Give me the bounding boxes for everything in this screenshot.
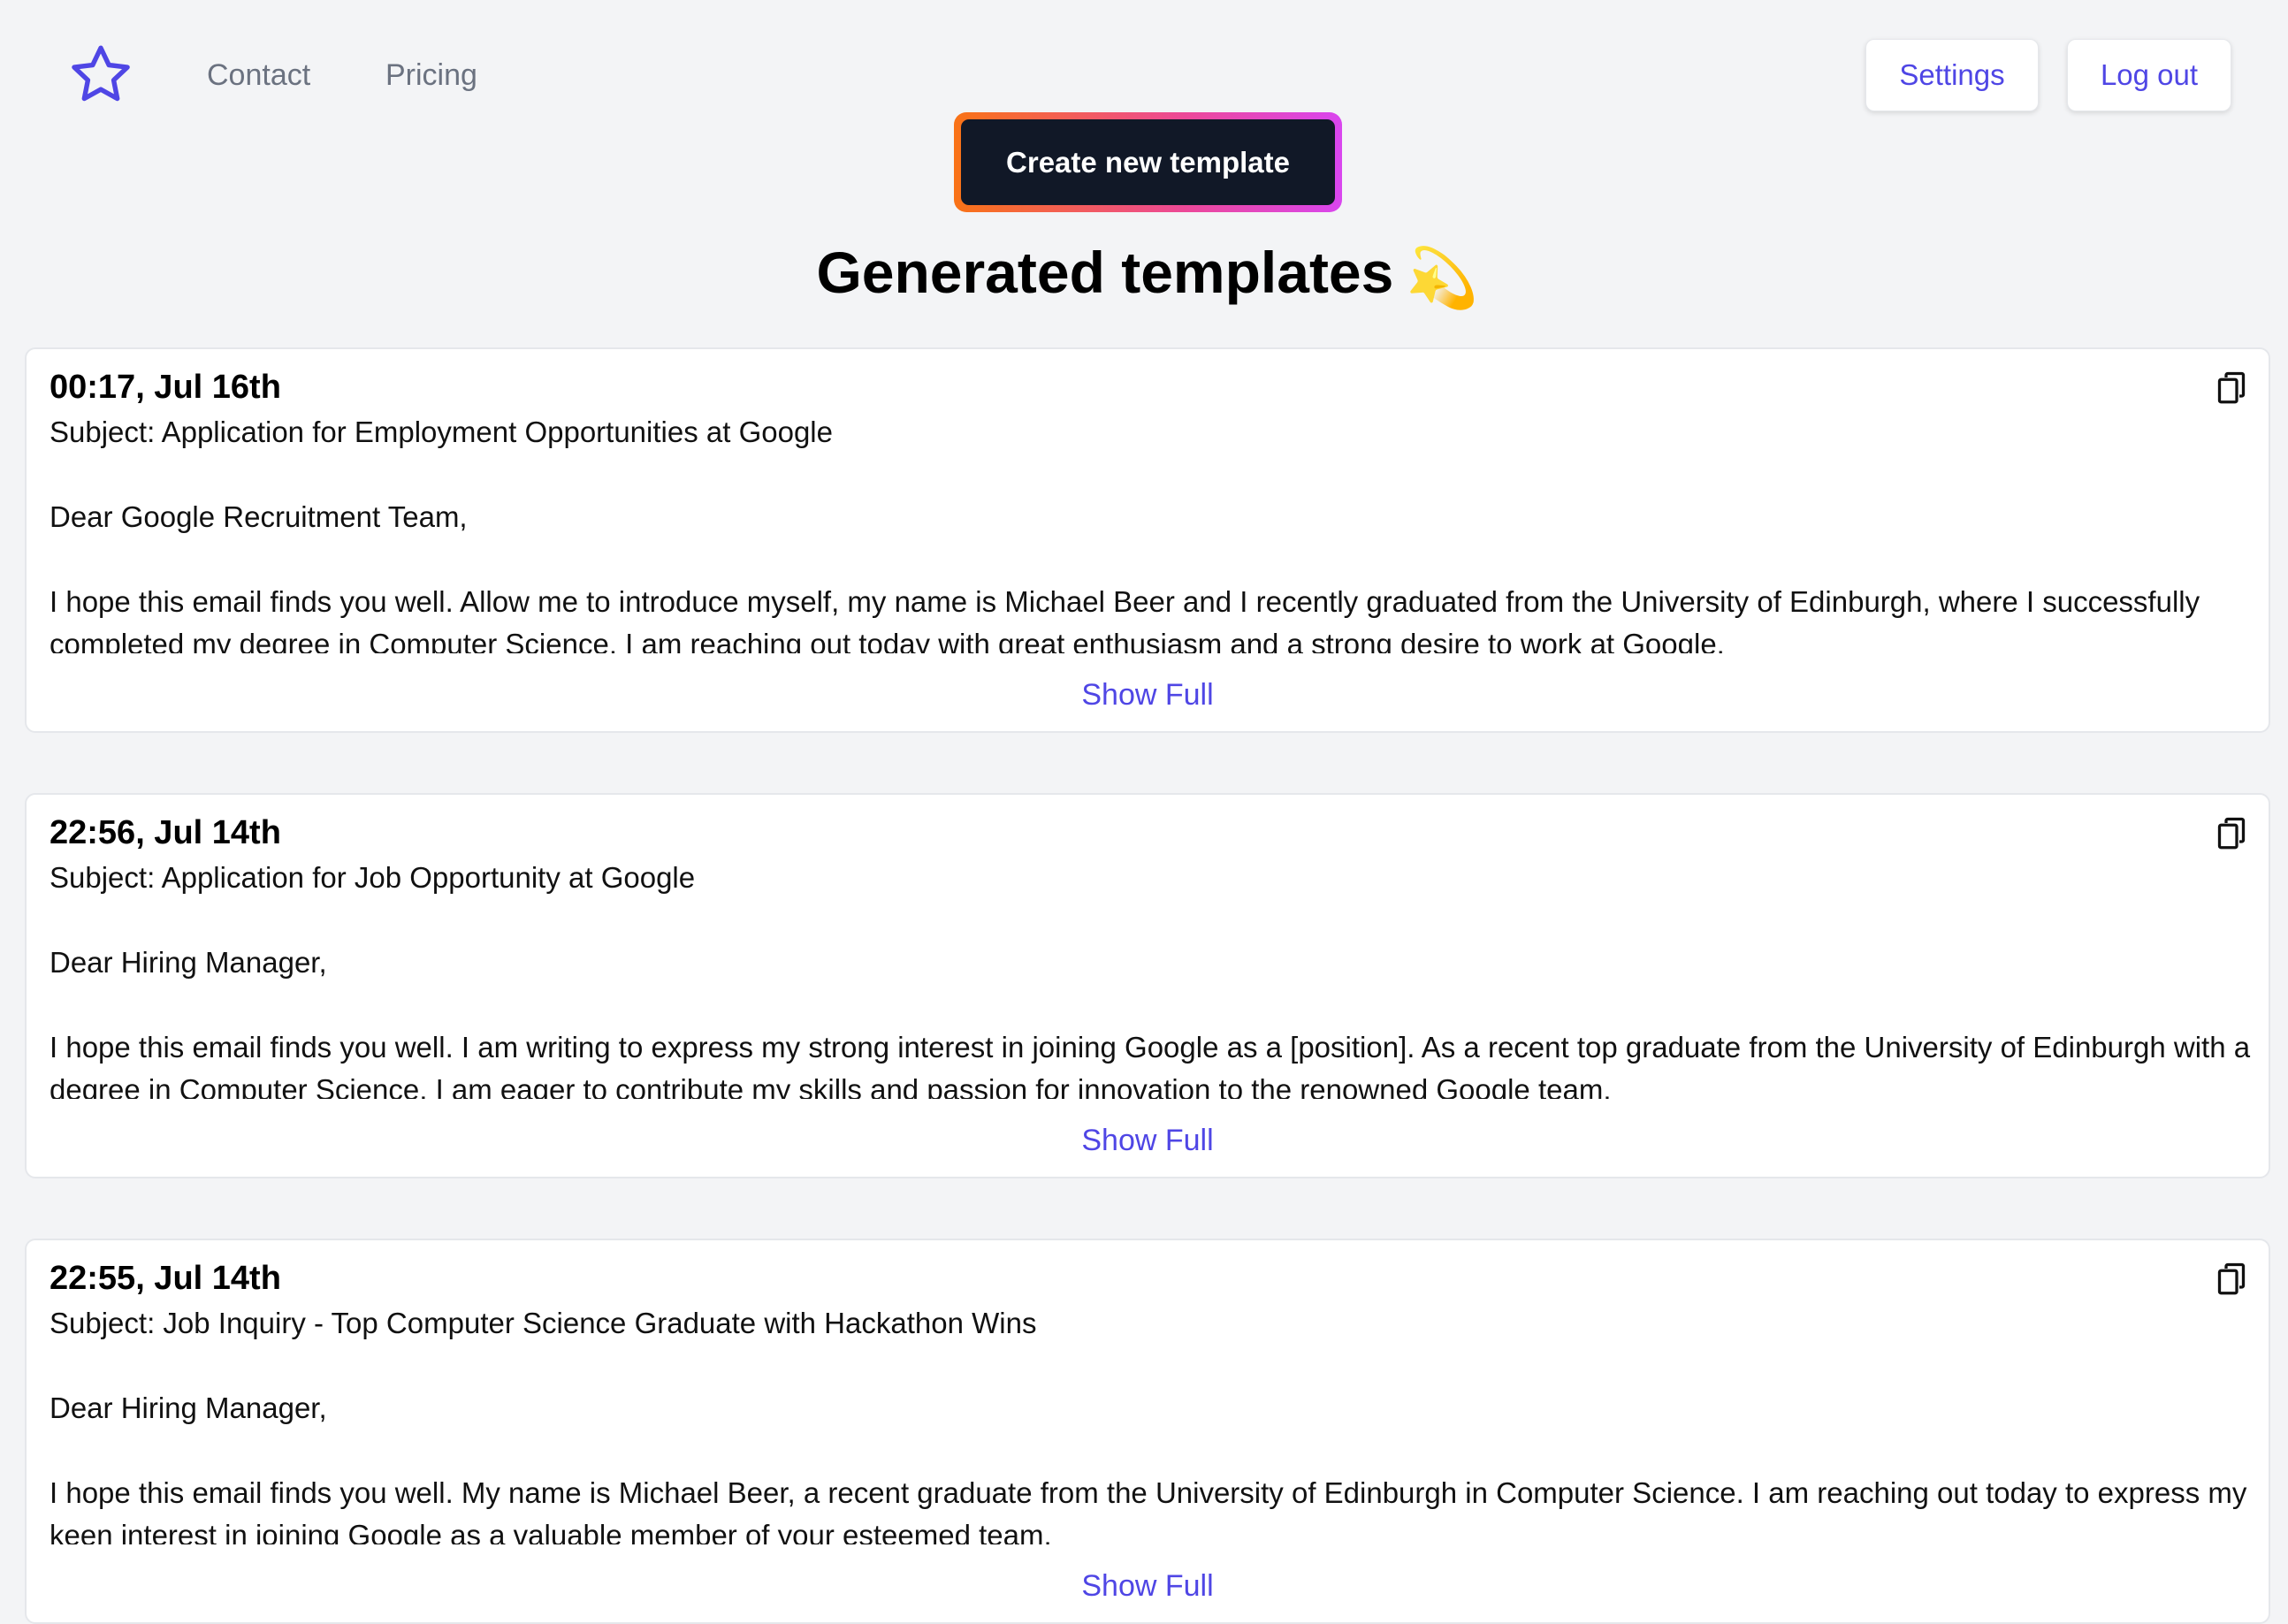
nav-pricing-link[interactable]: Pricing (385, 55, 477, 95)
template-body: Subject: Job Inquiry - Top Computer Scie… (50, 1302, 2251, 1544)
template-card: 22:56, Jul 14th Subject: Application for… (25, 793, 2270, 1178)
settings-button[interactable]: Settings (1865, 39, 2039, 111)
template-text: I hope this email finds you well. I am w… (50, 1031, 2251, 1099)
create-template-button[interactable]: Create new template (961, 119, 1335, 205)
template-timestamp: 22:56, Jul 14th (50, 814, 281, 851)
copy-icon[interactable] (2216, 1262, 2247, 1297)
dizzy-star-emoji-icon: 💫 (1406, 244, 1479, 310)
template-greeting: Dear Hiring Manager, (50, 1391, 327, 1424)
template-body: Subject: Application for Employment Oppo… (50, 411, 2251, 653)
template-body: Subject: Application for Job Opportunity… (50, 857, 2251, 1099)
show-full-link[interactable]: Show Full (27, 1566, 2269, 1606)
template-text: I hope this email finds you well. Allow … (50, 585, 2200, 653)
template-subject: Subject: Application for Job Opportunity… (50, 861, 696, 894)
show-full-link[interactable]: Show Full (27, 1120, 2269, 1161)
show-full-link[interactable]: Show Full (27, 675, 2269, 715)
template-card: 22:55, Jul 14th Subject: Job Inquiry - T… (25, 1239, 2270, 1624)
page-title-text: Generated templates (816, 240, 1394, 305)
template-greeting: Dear Google Recruitment Team, (50, 500, 468, 533)
create-template-button-frame: Create new template (954, 112, 1342, 212)
template-greeting: Dear Hiring Manager, (50, 946, 327, 979)
template-subject: Subject: Job Inquiry - Top Computer Scie… (50, 1307, 1037, 1339)
copy-icon[interactable] (2216, 816, 2247, 851)
copy-icon[interactable] (2216, 370, 2247, 406)
template-timestamp: 22:55, Jul 14th (50, 1260, 281, 1297)
page-title: Generated templates 💫 (0, 237, 2288, 313)
template-timestamp: 00:17, Jul 16th (50, 369, 281, 406)
logout-button[interactable]: Log out (2067, 39, 2231, 111)
template-card: 00:17, Jul 16th Subject: Application for… (25, 347, 2270, 733)
nav-contact-link[interactable]: Contact (207, 55, 310, 95)
template-text: I hope this email finds you well. My nam… (50, 1476, 2247, 1544)
star-logo-icon[interactable] (67, 41, 134, 108)
template-subject: Subject: Application for Employment Oppo… (50, 416, 833, 448)
